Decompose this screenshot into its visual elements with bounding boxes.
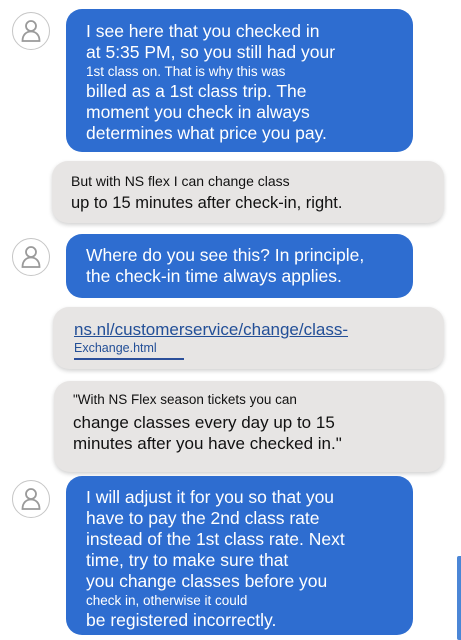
- user-avatar-icon: [20, 487, 42, 511]
- agent-avatar: [12, 12, 50, 50]
- message-text: have to pay the 2nd class rate: [86, 508, 320, 528]
- message-text: you change classes before you: [86, 571, 328, 591]
- agent-message-bubble: Where do you see this? In principle, the…: [66, 234, 413, 298]
- user-avatar-icon: [20, 245, 42, 269]
- user-message-bubble: ns.nl/customerservice/change/class- Exch…: [53, 307, 444, 369]
- message-text: change classes every day up to 15: [73, 413, 335, 432]
- message-text: billed as a 1st class trip. The: [86, 81, 307, 101]
- message-text: I will adjust it for you so that you: [86, 487, 335, 507]
- message-text: But with NS flex I can change class: [71, 173, 290, 189]
- scroll-edge-indicator: [457, 556, 461, 640]
- message-text: 1st class on. That is why this was: [86, 64, 286, 79]
- message-text: check in, otherwise it could: [86, 593, 248, 608]
- message-text: the check-in time always applies.: [86, 266, 342, 286]
- message-text: up to 15 minutes after check-in, right.: [71, 194, 343, 212]
- message-text: minutes after you have checked in.": [73, 434, 342, 453]
- message-text: "With NS Flex season tickets you can: [73, 392, 297, 407]
- message-text: time, try to make sure that: [86, 550, 289, 570]
- shared-link[interactable]: ns.nl/customerservice/change/class-: [74, 319, 444, 340]
- agent-message-bubble: I see here that you checked in at 5:35 P…: [66, 9, 413, 152]
- message-text: be registered incorrectly.: [86, 610, 277, 630]
- message-text: Where do you see this? In principle,: [86, 245, 365, 265]
- shared-link-continuation[interactable]: Exchange.html: [74, 340, 444, 356]
- agent-message-bubble: I will adjust it for you so that you hav…: [66, 476, 413, 635]
- user-message-bubble: But with NS flex I can change class up t…: [52, 161, 444, 223]
- agent-avatar: [12, 480, 50, 518]
- message-text: instead of the 1st class rate. Next: [86, 529, 345, 549]
- message-text: moment you check in always: [86, 102, 310, 122]
- agent-avatar: [12, 238, 50, 276]
- user-message-bubble: "With NS Flex season tickets you can cha…: [54, 381, 444, 472]
- link-underline: [74, 358, 184, 360]
- message-text: I see here that you checked in: [86, 21, 320, 41]
- user-avatar-icon: [20, 19, 42, 43]
- message-text: determines what price you pay.: [86, 123, 327, 143]
- message-text: at 5:35 PM, so you still had your: [86, 42, 336, 62]
